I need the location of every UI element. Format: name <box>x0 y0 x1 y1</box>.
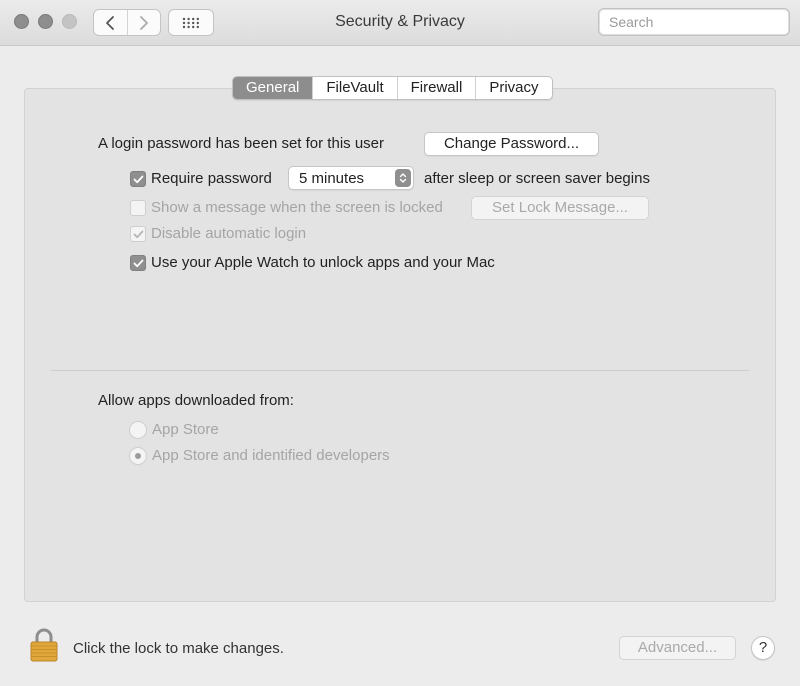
advanced-button[interactable]: Advanced... <box>619 636 736 660</box>
apple-watch-unlock-label: Use your Apple Watch to unlock apps and … <box>151 254 495 271</box>
login-password-text: A login password has been set for this u… <box>98 135 384 152</box>
updown-chevron-icon <box>395 169 411 187</box>
allow-apps-heading: Allow apps downloaded from: <box>98 392 294 409</box>
change-password-button[interactable]: Change Password... <box>424 132 599 156</box>
checkmark-icon <box>133 259 143 267</box>
help-button[interactable]: ? <box>751 636 775 660</box>
radio-app-store-identified-developers-label: App Store and identified developers <box>152 447 390 464</box>
require-password-label: Require password <box>151 170 272 187</box>
title-bar: Security & Privacy <box>0 0 800 46</box>
chevron-left-icon <box>106 15 115 30</box>
show-all-button[interactable] <box>168 9 214 36</box>
minimize-window-button[interactable] <box>38 14 53 29</box>
radio-app-store-label: App Store <box>152 421 219 438</box>
disable-automatic-login-label: Disable automatic login <box>151 225 307 242</box>
require-password-delay-select[interactable]: 5 minutes <box>288 166 414 190</box>
checkmark-icon <box>133 230 143 238</box>
lock-icon[interactable] <box>28 627 60 663</box>
close-window-button[interactable] <box>14 14 29 29</box>
disable-automatic-login-checkbox[interactable] <box>130 226 146 242</box>
navigation-buttons <box>93 9 161 36</box>
require-password-checkbox[interactable] <box>130 171 146 187</box>
back-button[interactable] <box>94 10 127 35</box>
tab-firewall[interactable]: Firewall <box>396 77 476 99</box>
search-input[interactable] <box>609 14 790 30</box>
set-lock-message-button[interactable]: Set Lock Message... <box>471 196 649 220</box>
require-password-delay-value: 5 minutes <box>299 170 365 187</box>
tab-filevault[interactable]: FileVault <box>312 77 396 99</box>
chevron-right-icon <box>139 15 148 30</box>
show-message-label: Show a message when the screen is locked <box>151 199 443 216</box>
forward-button[interactable] <box>126 10 161 35</box>
section-divider <box>51 370 749 371</box>
radio-app-store-identified-developers[interactable] <box>129 447 147 465</box>
radio-app-store[interactable] <box>129 421 147 439</box>
lock-hint-text: Click the lock to make changes. <box>73 640 284 657</box>
grid-icon <box>182 17 199 28</box>
tab-general[interactable]: General <box>233 77 313 99</box>
tab-privacy[interactable]: Privacy <box>475 77 551 99</box>
show-message-checkbox[interactable] <box>130 200 146 216</box>
search-field[interactable] <box>598 8 790 36</box>
apple-watch-unlock-checkbox[interactable] <box>130 255 146 271</box>
tab-bar: General FileVault Firewall Privacy <box>232 76 553 100</box>
require-password-suffix: after sleep or screen saver begins <box>424 170 650 187</box>
checkmark-icon <box>133 175 143 183</box>
zoom-window-button[interactable] <box>62 14 77 29</box>
radio-selected-dot <box>135 453 141 459</box>
